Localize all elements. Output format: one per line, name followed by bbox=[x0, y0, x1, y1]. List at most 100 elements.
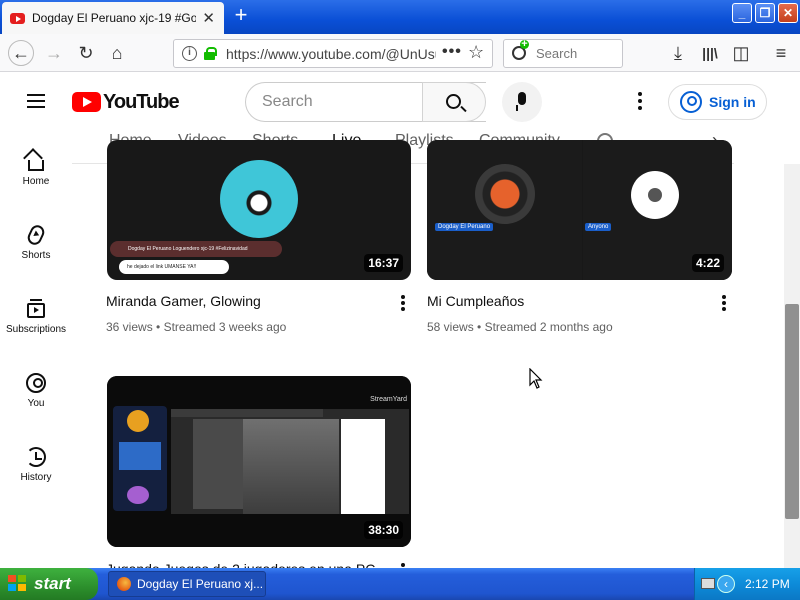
start-label: start bbox=[34, 574, 71, 593]
video-title[interactable]: Miranda Gamer, Glowing bbox=[106, 293, 261, 309]
nav-item-subscriptions[interactable]: Subscriptions bbox=[0, 298, 72, 335]
duration-badge: 38:30 bbox=[364, 521, 403, 539]
start-button[interactable]: start bbox=[0, 568, 98, 600]
duration-badge: 16:37 bbox=[364, 254, 403, 272]
view-count: 58 views bbox=[427, 320, 474, 334]
browser-toolbar: ← → ↻ ⌂ i https://www.youtube.com/@UnUsu… bbox=[0, 34, 800, 72]
left-nav: Home Shorts Subscriptions You History bbox=[0, 132, 72, 568]
editor-canvas bbox=[243, 419, 339, 514]
chat-message-2: he dejado el link UMANSE YA!! bbox=[119, 260, 229, 274]
channel-avatar-image bbox=[220, 160, 298, 238]
microphone-icon bbox=[516, 92, 526, 111]
url-bar[interactable]: i https://www.youtube.com/@UnUsua ••• ☆ bbox=[173, 39, 493, 68]
hamburger-menu-icon[interactable] bbox=[27, 94, 45, 108]
downloads-icon[interactable]: ⤓ bbox=[666, 41, 690, 65]
sidebar-toggle-icon[interactable]: ◫ bbox=[729, 41, 753, 65]
library-icon[interactable]: |||\ bbox=[698, 41, 722, 65]
history-icon bbox=[25, 446, 47, 468]
nav-label: Home bbox=[22, 176, 50, 187]
editor-toolbar bbox=[171, 409, 323, 417]
maximize-button[interactable]: ❐ bbox=[755, 3, 775, 23]
editor-panel bbox=[193, 419, 243, 509]
page-scrollbar[interactable] bbox=[784, 164, 800, 568]
tab-title: Dogday El Peruano xjc-19 #GoobPro bbox=[32, 11, 196, 25]
participant-video bbox=[119, 442, 161, 470]
lock-icon[interactable] bbox=[204, 47, 217, 60]
nav-label: History bbox=[20, 472, 52, 483]
shared-screen bbox=[171, 409, 409, 514]
mouse-cursor-icon bbox=[529, 368, 543, 389]
browser-tab[interactable]: Dogday El Peruano xjc-19 #GoobPro ✕ bbox=[2, 2, 224, 34]
search-icon bbox=[446, 94, 461, 109]
video-more-icon[interactable] bbox=[714, 294, 734, 314]
tab-close-icon[interactable]: ✕ bbox=[202, 9, 215, 27]
participant-avatar-image bbox=[475, 164, 535, 224]
stream-age: Streamed 3 weeks ago bbox=[163, 320, 287, 334]
minimize-button[interactable]: _ bbox=[732, 3, 752, 23]
video-thumbnail[interactable]: Dogday El Peruano Anyono 4:22 bbox=[427, 140, 732, 280]
voice-search-button[interactable] bbox=[502, 82, 542, 122]
duration-badge: 4:22 bbox=[691, 254, 724, 272]
participant-name-tag: Anyono bbox=[585, 223, 612, 231]
video-thumbnail[interactable]: StreamYard 38:30 bbox=[107, 376, 411, 547]
system-tray: ‹ 2:12 PM bbox=[694, 568, 800, 600]
window-close-button[interactable]: ✕ bbox=[778, 3, 798, 23]
streamyard-watermark: StreamYard bbox=[370, 396, 407, 403]
search-input[interactable] bbox=[246, 83, 423, 121]
search-engine-icon bbox=[512, 40, 529, 60]
back-arrow-icon[interactable]: ← bbox=[8, 40, 34, 66]
browser-titlebar: Dogday El Peruano xjc-19 #GoobPro ✕ + _ … bbox=[0, 0, 800, 34]
taskbar: start Dogday El Peruano xj... ‹ 2:12 PM bbox=[0, 568, 800, 600]
home-icon bbox=[23, 148, 47, 172]
person-icon bbox=[648, 188, 662, 202]
nav-item-history[interactable]: History bbox=[0, 446, 72, 483]
menu-icon[interactable]: ≡ bbox=[769, 41, 793, 65]
reload-icon[interactable]: ↻ bbox=[74, 41, 98, 65]
video-meta: 58 views • Streamed 2 months ago bbox=[427, 320, 613, 334]
sign-in-button[interactable]: Sign in bbox=[668, 84, 767, 120]
bookmark-star-icon[interactable]: ☆ bbox=[468, 42, 484, 63]
youtube-favicon-icon bbox=[10, 12, 25, 24]
youtube-logo[interactable]: YouTube bbox=[72, 91, 180, 113]
video-title[interactable]: Mi Cumpleaños bbox=[427, 293, 524, 309]
nav-item-you[interactable]: You bbox=[0, 372, 72, 409]
participant-avatar bbox=[127, 486, 149, 504]
nav-label: Shorts bbox=[21, 250, 51, 261]
new-tab-button[interactable]: + bbox=[230, 4, 252, 26]
sign-in-label: Sign in bbox=[709, 94, 756, 110]
nav-label: You bbox=[27, 398, 45, 409]
anonymous-avatar bbox=[631, 171, 679, 219]
participant-name-tag: Dogday El Peruano bbox=[435, 223, 494, 231]
page-actions-icon[interactable]: ••• bbox=[442, 43, 462, 61]
search-button[interactable] bbox=[422, 82, 486, 122]
video-more-icon[interactable] bbox=[393, 294, 413, 314]
editor-white-area bbox=[341, 419, 385, 514]
firefox-icon bbox=[117, 577, 131, 591]
browser-search-box[interactable]: Search bbox=[503, 39, 623, 68]
clock[interactable]: 2:12 PM bbox=[745, 577, 790, 591]
nav-item-shorts[interactable]: Shorts bbox=[0, 222, 72, 261]
nav-label: Subscriptions bbox=[5, 324, 67, 335]
keyboard-icon[interactable] bbox=[701, 578, 715, 589]
url-text[interactable]: https://www.youtube.com/@UnUsua bbox=[226, 46, 436, 62]
subscriptions-icon bbox=[25, 298, 47, 320]
screen: Dogday El Peruano xjc-19 #GoobPro ✕ + _ … bbox=[0, 0, 800, 600]
info-icon[interactable]: i bbox=[182, 46, 197, 61]
settings-more-icon[interactable] bbox=[630, 92, 650, 112]
windows-logo-icon bbox=[8, 575, 28, 593]
shorts-icon bbox=[25, 222, 47, 248]
browser-search-placeholder: Search bbox=[536, 46, 578, 61]
you-icon bbox=[25, 372, 47, 394]
youtube-play-icon bbox=[72, 92, 101, 112]
taskbar-item-firefox[interactable]: Dogday El Peruano xj... bbox=[108, 571, 266, 597]
video-thumbnail[interactable]: Dogday El Peruano Loguendero xjc-19 #Fel… bbox=[107, 140, 411, 280]
nav-item-home[interactable]: Home bbox=[0, 148, 72, 187]
scrollbar-thumb[interactable] bbox=[785, 304, 799, 519]
youtube-logo-text: YouTube bbox=[103, 90, 180, 113]
forward-arrow-icon[interactable]: → bbox=[42, 41, 66, 65]
tray-expand-icon[interactable]: ‹ bbox=[717, 575, 735, 593]
taskbar-item-label: Dogday El Peruano xj... bbox=[137, 577, 264, 591]
youtube-header: YouTube Sign in bbox=[0, 72, 800, 132]
video-meta: 36 views • Streamed 3 weeks ago bbox=[106, 320, 287, 334]
home-page-icon[interactable]: ⌂ bbox=[105, 41, 129, 65]
